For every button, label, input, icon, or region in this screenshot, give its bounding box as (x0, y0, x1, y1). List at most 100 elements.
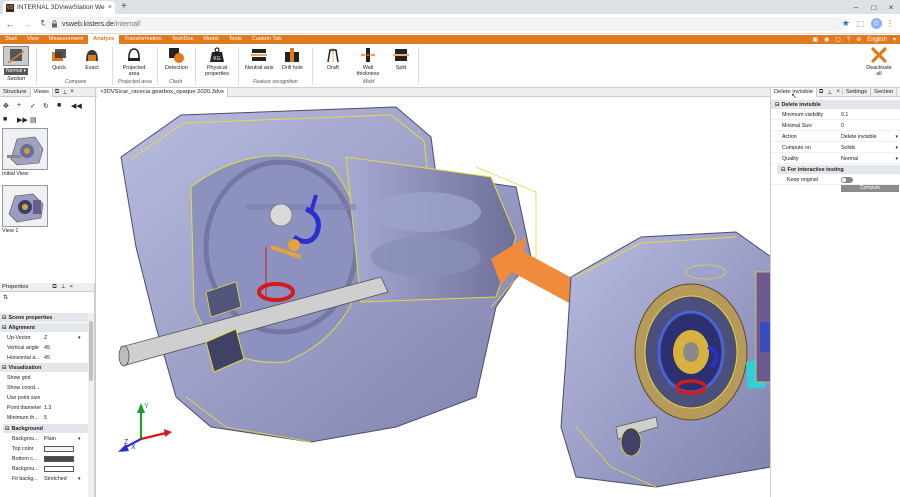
split-button[interactable]: Split (392, 46, 410, 71)
url-field[interactable]: vsweb.kisters.de/internal/ (45, 17, 845, 31)
row-minimal-size[interactable]: Minimal Size 0 (771, 121, 900, 131)
tab-views[interactable]: Views (30, 87, 53, 97)
undock-icon[interactable]: ⧉ (55, 89, 59, 96)
minimize-icon[interactable]: – (847, 0, 865, 14)
gearbox-right-model[interactable] (560, 231, 770, 488)
section-delete-invisible[interactable]: ⊟ Delete invisible (771, 100, 900, 109)
pin-icon[interactable]: ⊥ (825, 89, 834, 96)
back-icon[interactable]: ← (3, 17, 17, 31)
menu-model[interactable]: Model (198, 35, 223, 44)
prop-top-color[interactable]: Top color (0, 444, 95, 454)
prop-point-diameter[interactable]: Point diameter 1.3 (0, 403, 95, 413)
neutral-axis-button[interactable]: Neutral axis (245, 46, 273, 71)
close-panel-icon[interactable]: × (70, 284, 73, 290)
stop-icon[interactable]: ■ (3, 116, 7, 123)
draft-button[interactable]: Draft (324, 46, 342, 71)
undock-icon[interactable]: ⧉ (817, 89, 825, 96)
window-icon[interactable]: ▢ (835, 36, 841, 43)
menu-tools[interactable]: Tools (224, 35, 247, 44)
chevron-down-icon[interactable]: ▾ (895, 145, 898, 151)
prop-horizontal-angle[interactable]: Horizontal a... 45 (0, 353, 95, 363)
close-panel-icon[interactable]: × (835, 89, 844, 95)
chevron-down-icon[interactable]: ▾ (893, 36, 896, 43)
row-quality[interactable]: Quality Normal ▾ (771, 154, 900, 164)
tab-structure[interactable]: Structure (0, 87, 31, 97)
section-scene-properties[interactable]: ⊟ Scene properties (0, 313, 88, 322)
section-interactive-testing[interactable]: ⊟ For interactive testing (777, 165, 900, 174)
browser-menu-icon[interactable]: ⋮ (886, 19, 894, 28)
camera-icon[interactable]: ◉ (824, 36, 829, 43)
menu-view[interactable]: View (22, 35, 44, 44)
physical-properties-button[interactable]: KG Physical properties (202, 46, 232, 77)
tab-settings[interactable]: Settings (843, 87, 871, 97)
properties-scrollbar[interactable] (88, 313, 94, 497)
prop-show-coord[interactable]: Show coord... (0, 383, 95, 393)
pin-icon[interactable]: ⊥ (61, 284, 66, 290)
menu-techdoc[interactable]: TechDoc (167, 35, 199, 44)
maximize-icon[interactable]: □ (865, 0, 883, 14)
view-thumbnail-1[interactable] (2, 185, 48, 227)
prop-vertical-angle[interactable]: Vertical angle 45 (0, 343, 95, 353)
prop-bottom-color[interactable]: Bottom c... (0, 454, 95, 464)
extensions-icon[interactable]: ⬚ (856, 19, 864, 28)
prop-fit-background[interactable]: Fit backg... Stretched ▾ (0, 474, 95, 484)
menu-custom-tab[interactable]: Custom Tab (247, 35, 287, 44)
document-tab[interactable]: ×3DVS\car_racecar.gearbox_opaque 2020.3d… (97, 88, 228, 97)
check-icon[interactable]: ✓ (30, 102, 36, 110)
compare-quick-button[interactable]: Quick (50, 46, 68, 71)
gearbox-left-model[interactable] (118, 106, 537, 443)
rewind-icon[interactable]: ◀◀ (71, 102, 82, 110)
projected-area-button[interactable]: Projected area (120, 46, 148, 77)
document-icon[interactable]: ▤ (30, 116, 37, 124)
refresh-icon[interactable]: ↻ (43, 102, 49, 110)
prop-background-type[interactable]: Backgrou... Plain ▾ (0, 434, 95, 444)
deactivate-all-button[interactable]: Deactivate all (864, 46, 894, 77)
undock-icon[interactable]: ⧉ (52, 284, 56, 291)
prop-background-image[interactable]: Backgrou... (0, 464, 95, 474)
prop-up-vector[interactable]: Up-Vector Z ▾ (0, 333, 95, 343)
sort-icon[interactable]: ⇅ (3, 294, 8, 301)
section-alignment[interactable]: ⊟ Alignment (0, 323, 88, 332)
add-view-icon[interactable]: + (17, 102, 21, 109)
forward-icon[interactable]: → (20, 17, 34, 31)
menu-analyze[interactable]: Analyze (88, 35, 120, 44)
compare-exact-button[interactable]: Exact (83, 46, 101, 71)
section-button[interactable]: Normal ▾ Section (3, 46, 29, 82)
chevron-down-icon[interactable]: ▾ (895, 134, 898, 140)
new-tab-icon[interactable]: + (121, 1, 127, 13)
prop-show-grid[interactable]: Show grid (0, 373, 95, 383)
play-icon[interactable]: ▶▶ (17, 116, 28, 124)
background-image-field[interactable] (44, 466, 74, 472)
tab-section[interactable]: Section (871, 87, 898, 97)
view-thumbnail-initial[interactable] (2, 128, 48, 170)
clipboard-icon[interactable]: ▣ (812, 36, 818, 43)
wall-thickness-button[interactable]: Wall thickness (356, 46, 380, 77)
move-icon[interactable]: ✥ (3, 102, 9, 110)
chevron-down-icon[interactable]: ▾ (895, 156, 898, 162)
properties-scrollbar-thumb[interactable] (89, 321, 93, 381)
delete-icon[interactable]: ■ (57, 102, 61, 109)
section-visualization[interactable]: ⊟ Visualization (0, 363, 88, 372)
clash-detection-button[interactable]: Detection (165, 46, 188, 71)
close-panel-icon[interactable]: × (70, 89, 74, 95)
menu-measurement[interactable]: Measurement (44, 35, 88, 44)
drill-hole-button[interactable]: Drill hole (282, 46, 303, 71)
profile-avatar[interactable]: G (871, 18, 882, 29)
language-select[interactable]: English (867, 37, 887, 43)
pin-icon[interactable]: ⊥ (62, 89, 67, 96)
prop-use-point-size[interactable]: Use point size (0, 393, 95, 403)
row-keep-original[interactable]: Keep original (771, 175, 900, 185)
bookmark-star-icon[interactable]: ★ (842, 18, 850, 29)
row-action[interactable]: Action Delete invisible ▾ (771, 132, 900, 142)
close-window-icon[interactable]: × (882, 0, 900, 14)
section-background[interactable]: ⊟ Background (3, 424, 88, 433)
help-icon[interactable]: ? (847, 37, 850, 43)
keep-original-toggle[interactable] (841, 176, 853, 183)
compute-button[interactable]: Compute (841, 185, 899, 192)
menu-transformation[interactable]: Transformation (119, 35, 166, 44)
top-color-swatch[interactable] (44, 446, 74, 452)
menu-start[interactable]: Start (0, 35, 22, 44)
section-mode-select[interactable]: Normal ▾ (3, 68, 29, 75)
bottom-color-swatch[interactable] (44, 456, 74, 462)
close-tab-icon[interactable]: × (108, 4, 112, 11)
